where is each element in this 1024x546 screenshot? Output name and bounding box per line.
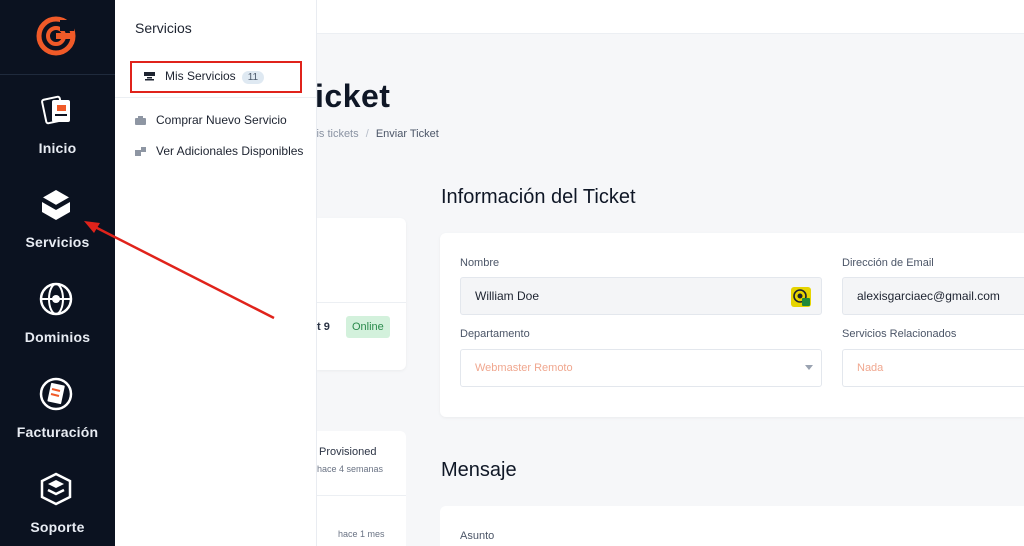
sidebar-item-facturacion[interactable]: Facturación xyxy=(0,376,115,468)
main-sidebar: Inicio Servicios Dominios Facturación So… xyxy=(0,0,115,546)
globe-icon xyxy=(39,282,73,316)
service-name-partial: t 9 xyxy=(317,321,330,333)
addons-icon xyxy=(135,147,146,157)
name-value: William Doe xyxy=(475,289,540,303)
name-field[interactable]: William Doe xyxy=(460,277,822,315)
recent-card: Provisioned hace 4 semanas hace 1 mes xyxy=(317,431,406,546)
department-select[interactable]: Webmaster Remoto xyxy=(460,349,822,387)
sidebar-item-label: Servicios xyxy=(25,234,90,250)
department-value: Webmaster Remoto xyxy=(475,362,573,374)
sidebar-item-dominios[interactable]: Dominios xyxy=(0,281,115,373)
submenu-item-label: Ver Adicionales Disponibles xyxy=(156,144,304,158)
ticket-info-title: Información del Ticket xyxy=(441,186,636,208)
services-card: t 9 xyxy=(317,218,406,370)
message-title: Mensaje xyxy=(441,459,517,481)
password-manager-icon[interactable] xyxy=(791,287,811,307)
email-field[interactable]: alexisgarciaec@gmail.com xyxy=(842,277,1024,315)
breadcrumb-current: Enviar Ticket xyxy=(375,128,439,140)
sidebar-item-label: Dominios xyxy=(24,329,91,345)
department-label: Departamento xyxy=(460,328,530,340)
sidebar-item-label: Facturación xyxy=(16,424,99,440)
status-badge: Online xyxy=(346,316,390,338)
breadcrumb-prev-link[interactable]: lis tickets xyxy=(314,128,359,140)
sidebar-item-soporte[interactable]: Soporte xyxy=(0,471,115,546)
related-services-select[interactable]: Nada xyxy=(842,349,1024,387)
sidebar-item-inicio[interactable]: Inicio xyxy=(0,92,115,184)
support-icon xyxy=(40,472,72,506)
cart-icon xyxy=(135,116,146,126)
email-value: alexisgarciaec@gmail.com xyxy=(857,289,1000,303)
timestamp: hace 4 semanas xyxy=(317,464,384,474)
sidebar-divider xyxy=(0,74,115,75)
ticket-info-card: Nombre William Doe Dirección de Email al… xyxy=(440,233,1024,417)
submenu-item-adicionales[interactable]: Ver Adicionales Disponibles xyxy=(135,144,303,158)
submenu-item-label: Comprar Nuevo Servicio xyxy=(156,113,287,127)
sidebar-item-servicios[interactable]: Servicios xyxy=(0,186,115,278)
related-services-label: Servicios Relacionados xyxy=(842,328,957,340)
annotation-highlight-box xyxy=(130,61,302,93)
breadcrumb-separator: / xyxy=(365,128,369,140)
card-divider xyxy=(317,302,406,303)
submenu-item-comprar[interactable]: Comprar Nuevo Servicio xyxy=(135,113,287,127)
home-icon xyxy=(41,95,70,125)
top-bar xyxy=(317,0,1024,34)
breadcrumb: lis tickets / Enviar Ticket xyxy=(314,128,439,140)
name-label: Nombre xyxy=(460,257,500,269)
chevron-down-icon xyxy=(805,365,813,370)
timestamp: hace 1 mes xyxy=(338,529,385,539)
message-card: Asunto xyxy=(440,506,1024,546)
submenu-title: Servicios xyxy=(135,20,192,36)
brand-logo[interactable] xyxy=(36,16,76,56)
subject-label: Asunto xyxy=(460,530,495,542)
email-label: Dirección de Email xyxy=(842,257,934,269)
submenu-divider xyxy=(115,97,317,98)
sidebar-item-label: Inicio xyxy=(38,140,77,156)
service-status-text: Provisioned xyxy=(319,446,377,458)
related-services-value: Nada xyxy=(857,362,884,374)
sidebar-item-label: Soporte xyxy=(30,519,85,535)
card-divider xyxy=(317,495,406,496)
invoice-icon xyxy=(39,377,73,411)
page-title: icket xyxy=(315,78,391,114)
box-icon xyxy=(41,190,71,220)
